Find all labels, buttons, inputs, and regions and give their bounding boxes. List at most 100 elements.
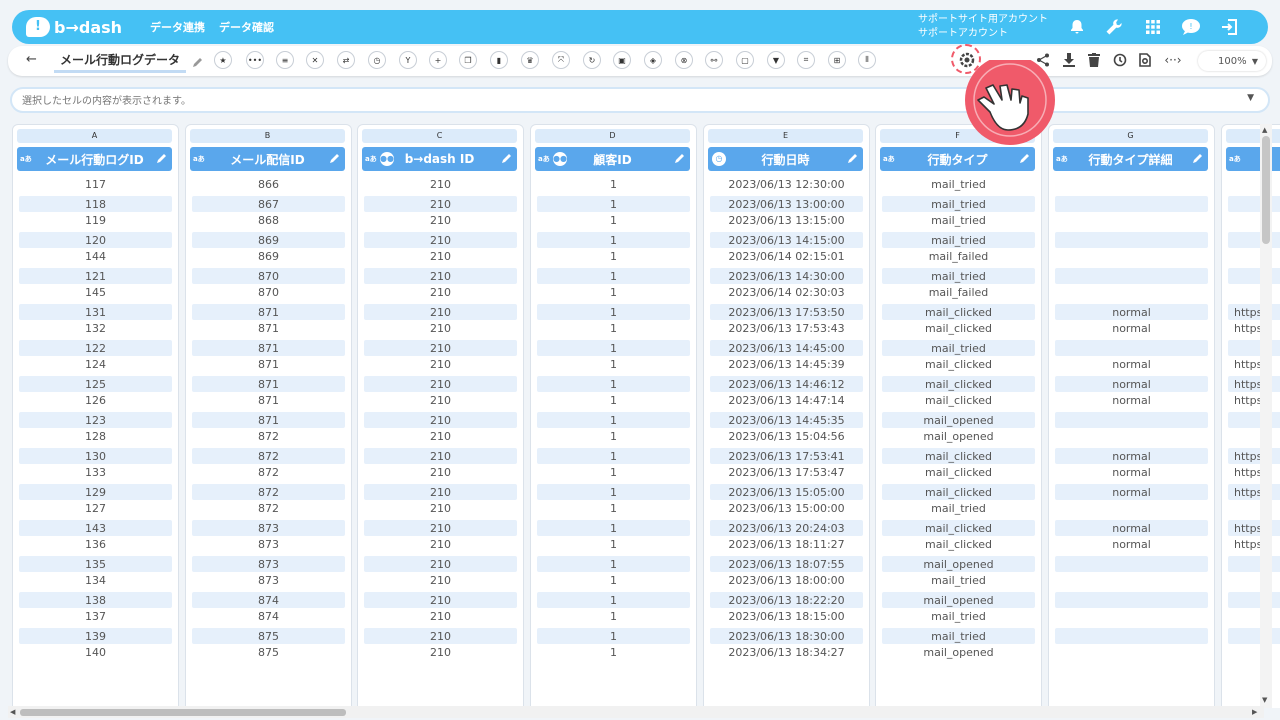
table-cell[interactable]: 2023/06/13 18:11:27 xyxy=(710,534,863,554)
back-button[interactable]: ← xyxy=(26,52,37,67)
table-cell[interactable]: mail_clicked xyxy=(882,534,1035,554)
table-cell[interactable]: 210 xyxy=(364,318,517,338)
package-icon[interactable]: ◈ xyxy=(644,51,662,69)
column-header[interactable]: aあ メール配信ID xyxy=(190,147,345,171)
edit-column-icon[interactable] xyxy=(329,152,341,167)
refresh-icon[interactable]: ↻ xyxy=(583,51,601,69)
table-cell[interactable] xyxy=(1228,570,1280,590)
column-letter[interactable]: C xyxy=(362,129,517,143)
page-title[interactable]: メール行動ログデータ xyxy=(54,51,186,73)
column-letter[interactable]: A xyxy=(17,129,172,143)
column-header[interactable]: aあ ●● b→dash ID xyxy=(362,147,517,171)
table-cell[interactable]: 2023/06/13 14:45:39 xyxy=(710,354,863,374)
table-cell[interactable] xyxy=(1228,642,1280,662)
table-cell[interactable]: 2023/06/13 17:53:43 xyxy=(710,318,863,338)
wrench-icon[interactable] xyxy=(1103,16,1125,38)
table-cell[interactable]: 145 xyxy=(19,282,172,302)
table-cell[interactable]: 1 xyxy=(537,642,690,662)
table-cell[interactable]: 210 xyxy=(364,642,517,662)
table-cell[interactable]: 124 xyxy=(19,354,172,374)
chevron-down-icon[interactable]: ▼ xyxy=(1247,93,1254,103)
table-cell[interactable]: mail_tried xyxy=(882,210,1035,230)
table-cell[interactable]: mail_opened xyxy=(882,642,1035,662)
cancel-icon[interactable]: ⊗ xyxy=(675,51,693,69)
edit-column-icon[interactable] xyxy=(1019,152,1031,167)
table-cell[interactable]: 2023/06/13 18:22:20 xyxy=(710,592,863,608)
columns-icon[interactable]: ⦀ xyxy=(858,51,876,69)
table-cell[interactable] xyxy=(1228,498,1280,518)
table-cell[interactable]: 1 xyxy=(537,246,690,266)
trash-icon[interactable]: ▮ xyxy=(490,51,508,69)
download-icon[interactable] xyxy=(1060,51,1078,69)
vertical-scroll-thumb[interactable] xyxy=(1262,136,1270,244)
table-cell[interactable]: mail_tried xyxy=(882,570,1035,590)
edit-column-icon[interactable] xyxy=(674,152,686,167)
table-cell[interactable]: 1 xyxy=(537,606,690,626)
expand-icon[interactable]: ⤧ xyxy=(552,51,570,69)
table-cell[interactable] xyxy=(1228,426,1280,446)
table-cell[interactable]: normal xyxy=(1055,354,1208,374)
horizontal-scroll-thumb[interactable] xyxy=(20,709,346,716)
table-cell[interactable]: https xyxy=(1228,390,1280,410)
table-cell[interactable]: 1 xyxy=(537,318,690,338)
table-cell[interactable] xyxy=(1228,282,1280,302)
table-cell[interactable]: 874 xyxy=(192,606,345,626)
table-cell[interactable]: normal xyxy=(1055,462,1208,482)
swap-icon[interactable]: ⇄ xyxy=(337,51,355,69)
table-cell[interactable]: https xyxy=(1228,462,1280,482)
table-cell[interactable]: 872 xyxy=(192,462,345,482)
table-cell[interactable]: 2023/06/13 17:53:50 xyxy=(710,304,863,320)
table-cell[interactable]: 134 xyxy=(19,570,172,590)
table-cell[interactable] xyxy=(1055,282,1208,302)
table-cell[interactable]: 2023/06/13 15:05:00 xyxy=(710,484,863,500)
table-cell[interactable]: https xyxy=(1228,318,1280,338)
table-cell[interactable]: normal xyxy=(1055,318,1208,338)
table-cell[interactable]: 144 xyxy=(19,246,172,266)
table-cell[interactable]: 127 xyxy=(19,498,172,518)
table-cell[interactable]: 1 xyxy=(537,390,690,410)
logout-icon[interactable] xyxy=(1219,16,1241,38)
table-cell[interactable]: 2023/06/13 18:15:00 xyxy=(710,606,863,626)
add-icon[interactable]: + xyxy=(429,51,447,69)
nav-data-link[interactable]: データ連携 xyxy=(150,19,205,35)
lock-icon[interactable]: ▣ xyxy=(613,51,631,69)
table-cell[interactable]: 2023/06/13 14:45:00 xyxy=(710,340,863,356)
table-cell[interactable]: 872 xyxy=(192,426,345,446)
horizontal-scrollbar[interactable]: ◀ ▶ xyxy=(8,706,1264,718)
table-cell[interactable]: mail_failed xyxy=(882,246,1035,266)
table-cell[interactable]: 871 xyxy=(192,318,345,338)
table-cell[interactable]: 140 xyxy=(19,642,172,662)
column-header[interactable]: aあ 行動タイプ xyxy=(880,147,1035,171)
table-cell[interactable]: 2023/06/13 15:00:00 xyxy=(710,498,863,518)
table-cell[interactable]: 210 xyxy=(364,498,517,518)
column-header[interactable]: aあ メール行動ログID xyxy=(17,147,172,171)
table-cell[interactable]: 210 xyxy=(364,210,517,230)
table-cell[interactable] xyxy=(1055,606,1208,626)
table-cell[interactable]: 875 xyxy=(192,642,345,662)
frame-icon[interactable]: ▢ xyxy=(736,51,754,69)
table-cell[interactable]: 2023/06/13 14:45:35 xyxy=(710,412,863,428)
crown-icon[interactable]: ♛ xyxy=(521,51,539,69)
table-cell[interactable]: 210 xyxy=(364,390,517,410)
history-icon[interactable] xyxy=(1111,51,1129,69)
table-cell[interactable]: 2023/06/14 02:30:03 xyxy=(710,282,863,302)
table-cell[interactable]: mail_tried xyxy=(882,606,1035,626)
branch-icon[interactable]: Y xyxy=(399,51,417,69)
table-cell[interactable]: 868 xyxy=(192,210,345,230)
tools-icon[interactable]: ✕ xyxy=(306,51,324,69)
table-cell[interactable]: 2023/06/13 18:07:55 xyxy=(710,556,863,572)
scroll-up-icon[interactable]: ▲ xyxy=(1262,126,1267,134)
more-icon[interactable]: ••• xyxy=(246,51,264,69)
table-cell[interactable]: mail_tried xyxy=(882,174,1035,194)
table-cell[interactable]: 210 xyxy=(364,282,517,302)
column-header[interactable]: aあ ●● 顧客ID xyxy=(535,147,690,171)
code-icon[interactable]: ‹··› xyxy=(1164,51,1182,69)
grid-icon[interactable] xyxy=(1142,16,1164,38)
table-cell[interactable]: https xyxy=(1228,534,1280,554)
table-cell[interactable] xyxy=(1055,174,1208,194)
table-cell[interactable]: normal xyxy=(1055,390,1208,410)
table-cell[interactable] xyxy=(1228,210,1280,230)
table-cell[interactable]: 871 xyxy=(192,354,345,374)
vertical-scrollbar[interactable]: ▲ ▼ xyxy=(1260,124,1272,708)
unlink-icon[interactable]: ⚯ xyxy=(705,51,723,69)
